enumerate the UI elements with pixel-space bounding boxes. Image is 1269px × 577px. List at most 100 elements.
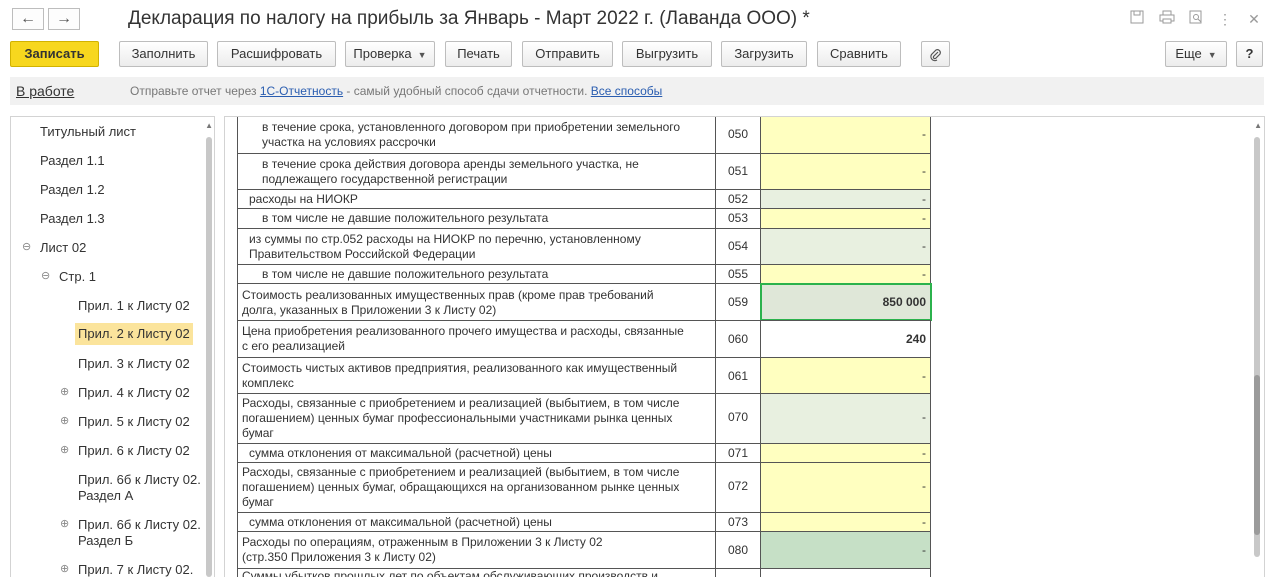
forward-button[interactable]: → xyxy=(48,8,80,30)
row-value: 240 xyxy=(761,321,931,357)
tree-item-line1: Прил. 6б к Листу 02. xyxy=(78,517,201,532)
tree-item[interactable]: Прил. 3 к Листу 02 xyxy=(78,356,190,372)
row-code: 060 xyxy=(716,321,761,357)
row-description: из суммы по стр.052 расходы на НИОКР по … xyxy=(237,229,716,264)
row-description: в течение срока, установленного договоро… xyxy=(237,117,716,153)
table-row: Стоимость чистых активов предприятия, ре… xyxy=(237,357,931,393)
row-value-input[interactable]: - xyxy=(761,190,931,208)
all-methods-link[interactable]: Все способы xyxy=(591,84,663,98)
export-button[interactable]: Выгрузить xyxy=(622,41,712,67)
more-vert-icon[interactable]: ⋮ xyxy=(1216,10,1234,28)
table-row: Расходы по операциям, отраженным в Прило… xyxy=(237,531,931,568)
close-icon[interactable]: ✕ xyxy=(1245,10,1263,28)
tree-item[interactable]: Прил. 6б к Листу 02. Раздел Б xyxy=(78,517,201,549)
decode-button[interactable]: Расшифровать xyxy=(217,41,336,67)
preview-icon[interactable] xyxy=(1187,10,1205,28)
tree-scrollbar[interactable] xyxy=(206,137,212,577)
row-value-input-selected[interactable]: 850 000 xyxy=(760,283,932,321)
scroll-up-icon[interactable]: ▲ xyxy=(205,121,213,130)
row-description: в том числе не давшие положительного рез… xyxy=(237,265,716,283)
reporting-link[interactable]: 1С-Отчетность xyxy=(260,84,343,98)
import-button[interactable]: Загрузить xyxy=(721,41,807,67)
table-row: расходы на НИОКР 052 - xyxy=(237,189,931,208)
table-scrollbar-thumb[interactable] xyxy=(1254,375,1260,535)
tree-item-line2: Раздел Б xyxy=(78,533,134,548)
collapse-icon[interactable]: ⊖ xyxy=(41,269,50,282)
row-value-input[interactable]: - xyxy=(761,513,931,531)
row-value-input[interactable]: - xyxy=(761,154,931,189)
expand-icon[interactable]: ⊕ xyxy=(60,385,69,398)
collapse-icon[interactable]: ⊖ xyxy=(22,240,31,253)
chevron-down-icon: ▼ xyxy=(417,50,427,60)
row-description: Суммы убытков прошлых лет по объектам об… xyxy=(237,569,716,577)
help-button[interactable]: ? xyxy=(1236,41,1263,67)
row-value-input[interactable]: - xyxy=(761,265,931,283)
arrow-right-icon: → xyxy=(56,10,72,27)
tree-item[interactable]: Стр. 1 xyxy=(59,269,96,285)
tree-item[interactable]: Прил. 5 к Листу 02 xyxy=(78,414,190,430)
row-code: 072 xyxy=(716,463,761,512)
row-value-input[interactable]: - xyxy=(761,394,931,443)
row-description: Расходы, связанные с приобретением и реа… xyxy=(237,463,716,512)
save-to-disk-icon[interactable] xyxy=(1128,10,1146,28)
fill-button[interactable]: Заполнить xyxy=(119,41,208,67)
tree-item[interactable]: Прил. 1 к Листу 02 xyxy=(78,298,190,314)
tree-item[interactable]: Раздел 1.3 xyxy=(40,211,105,227)
tree-item[interactable]: Прил. 6б к Листу 02. Раздел А xyxy=(78,472,201,504)
row-description: в течение срока действия договора аренды… xyxy=(237,154,716,189)
scroll-up-icon[interactable]: ▲ xyxy=(1254,121,1262,130)
more-label: Еще xyxy=(1175,46,1202,61)
info-text: Отправьте отчет через 1С-Отчетность - са… xyxy=(130,84,662,98)
table-row: из суммы по стр.052 расходы на НИОКР по … xyxy=(237,228,931,264)
tree-item-selected[interactable]: Прил. 2 к Листу 02 xyxy=(75,323,193,345)
row-description: сумма отклонения от максимальной (расчет… xyxy=(237,444,716,462)
row-code: 052 xyxy=(716,190,761,208)
expand-icon[interactable]: ⊕ xyxy=(60,517,69,530)
status-link[interactable]: В работе xyxy=(16,83,74,99)
save-button[interactable]: Записать xyxy=(10,41,99,67)
send-button[interactable]: Отправить xyxy=(522,41,613,67)
expand-icon[interactable]: ⊕ xyxy=(60,443,69,456)
row-code: 071 xyxy=(716,444,761,462)
sections-tree: Титульный лист Раздел 1.1 Раздел 1.2 Раз… xyxy=(10,116,215,577)
row-value-input[interactable]: - xyxy=(761,229,931,264)
row-code: 073 xyxy=(716,513,761,531)
row-code: 059 xyxy=(716,284,761,320)
window-title: Декларация по налогу на прибыль за Январ… xyxy=(128,8,810,29)
check-button[interactable]: Проверка ▼ xyxy=(345,41,435,67)
printer-icon[interactable] xyxy=(1158,10,1176,28)
row-description: сумма отклонения от максимальной (расчет… xyxy=(237,513,716,531)
back-button[interactable]: ← xyxy=(12,8,44,30)
table-row: в течение срока действия договора аренды… xyxy=(237,153,931,189)
row-value-input[interactable]: - xyxy=(761,444,931,462)
row-value-input[interactable]: - xyxy=(761,358,931,393)
compare-button[interactable]: Сравнить xyxy=(817,41,901,67)
tree-item[interactable]: Раздел 1.1 xyxy=(40,153,105,169)
expand-icon[interactable]: ⊕ xyxy=(60,414,69,427)
row-value-input[interactable]: - xyxy=(761,532,931,568)
row-description: Стоимость реализованных имущественных пр… xyxy=(237,284,716,320)
print-button[interactable]: Печать xyxy=(445,41,512,67)
tree-item[interactable]: Прил. 6 к Листу 02 xyxy=(78,443,190,459)
tree-item[interactable]: Прил. 7 к Листу 02. xyxy=(78,562,193,577)
row-description: Цена приобретения реализованного прочего… xyxy=(237,321,716,357)
tree-item[interactable]: Лист 02 xyxy=(40,240,86,256)
row-code: 055 xyxy=(716,265,761,283)
row-value-input[interactable]: - xyxy=(761,117,931,153)
info-text-after: - самый удобный способ сдачи отчетности. xyxy=(343,84,591,98)
row-value xyxy=(761,569,931,577)
row-value-input[interactable]: - xyxy=(761,209,931,228)
tree-item[interactable]: Прил. 4 к Листу 02 xyxy=(78,385,190,401)
row-description: Расходы по операциям, отраженным в Прило… xyxy=(237,532,716,568)
table-row: в том числе не давшие положительного рез… xyxy=(237,208,931,228)
attach-button[interactable] xyxy=(921,41,950,67)
tree-item-line2: Раздел А xyxy=(78,488,134,503)
more-button[interactable]: Еще ▼ xyxy=(1165,41,1227,67)
tree-item[interactable]: Титульный лист xyxy=(40,124,136,140)
tree-item[interactable]: Раздел 1.2 xyxy=(40,182,105,198)
paperclip-icon xyxy=(929,46,943,61)
row-value-input[interactable]: - xyxy=(761,463,931,512)
expand-icon[interactable]: ⊕ xyxy=(60,562,69,575)
row-code: 051 xyxy=(716,154,761,189)
row-code: 061 xyxy=(716,358,761,393)
